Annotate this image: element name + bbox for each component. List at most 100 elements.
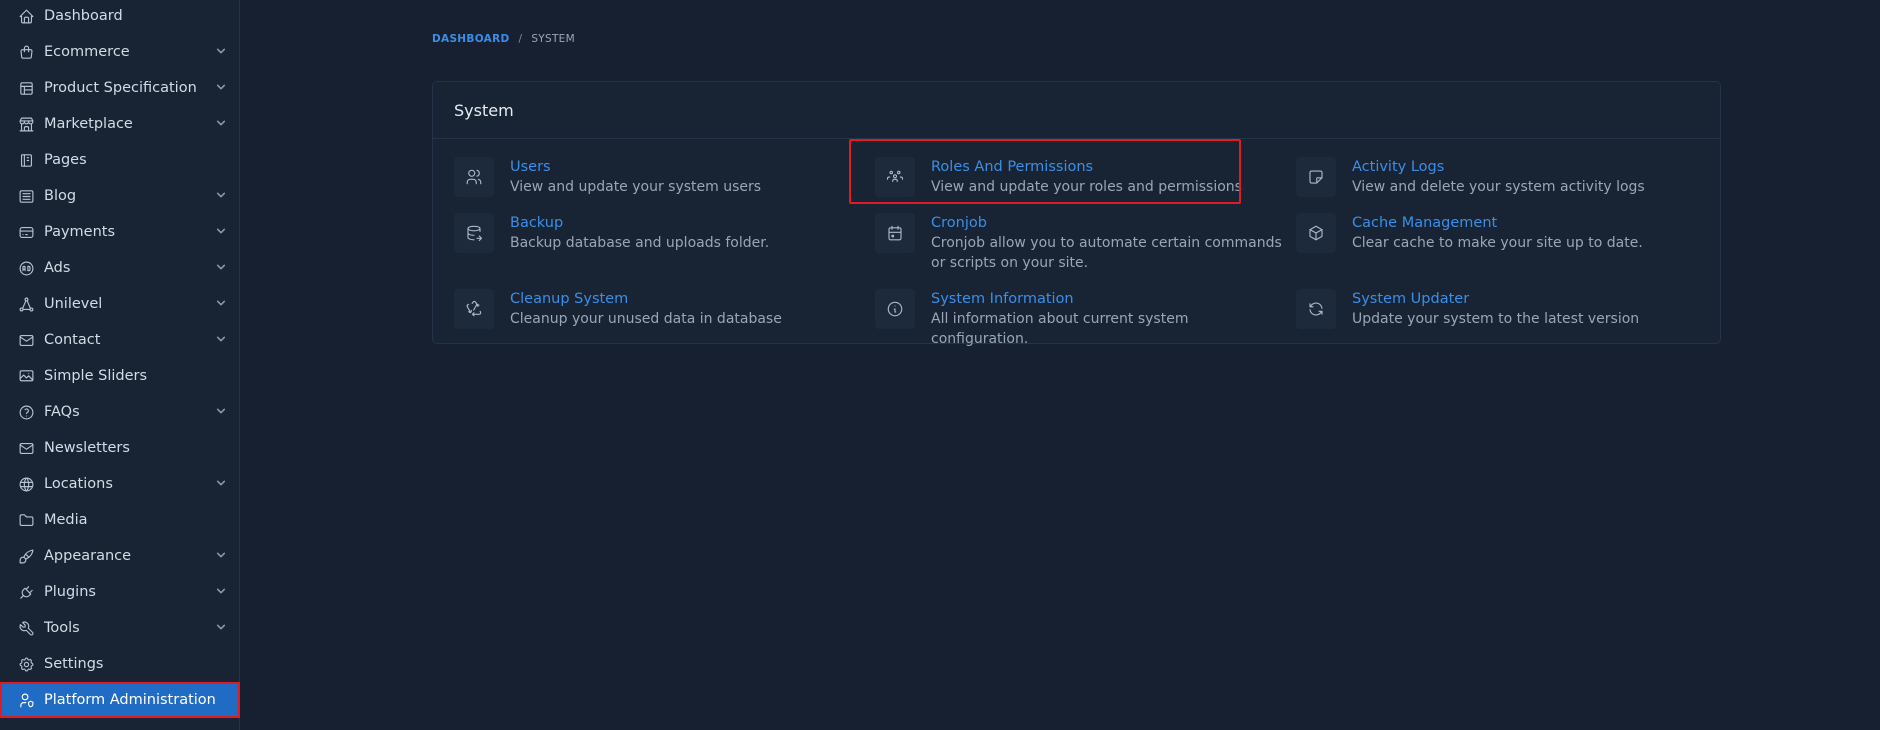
sidebar-item-marketplace[interactable]: Marketplace	[0, 106, 240, 142]
chevron-down-icon	[216, 584, 226, 600]
sidebar-item-label: Appearance	[44, 548, 132, 564]
chevron-down-icon	[216, 224, 226, 240]
chevron-down-icon	[216, 476, 226, 492]
system-item-description: View and update your system users	[510, 179, 762, 195]
ad-circle-icon	[17, 259, 35, 277]
table-layout-icon	[17, 79, 35, 97]
calendar-icon	[875, 213, 915, 253]
sidebar-item-label: Newsletters	[44, 440, 130, 456]
chevron-down-icon	[216, 404, 226, 420]
system-item-backup[interactable]: Backup Backup database and uploads folde…	[454, 213, 854, 253]
sidebar-item-ads[interactable]: Ads	[0, 250, 240, 286]
system-item-description: Cronjob allow you to automate certain co…	[931, 235, 1282, 271]
sidebar-item-faqs[interactable]: FAQs	[0, 394, 240, 430]
sidebar-item-label: Ads	[44, 260, 71, 276]
sidebar-item-blog[interactable]: Blog	[0, 178, 240, 214]
sidebar-item-payments[interactable]: Payments	[0, 214, 240, 250]
system-item-description: View and update your roles and permissio…	[931, 179, 1242, 195]
sidebar-item-label: Simple Sliders	[44, 368, 148, 384]
sidebar-item-label: Marketplace	[44, 116, 133, 132]
folder-icon	[17, 511, 35, 529]
system-item-activity-logs[interactable]: Activity Logs View and delete your syste…	[1296, 157, 1696, 197]
sidebar-item-locations[interactable]: Locations	[0, 466, 240, 502]
system-item-cache-management[interactable]: Cache Management Clear cache to make you…	[1296, 213, 1696, 253]
recycle-icon	[454, 289, 494, 329]
hierarchy-icon	[17, 295, 35, 313]
chevron-down-icon	[216, 548, 226, 564]
system-item-description: Clear cache to make your site up to date…	[1352, 235, 1643, 251]
credit-card-icon	[17, 223, 35, 241]
sidebar-item-product-specification[interactable]: Product Specification	[0, 70, 240, 106]
chevron-down-icon	[216, 80, 226, 96]
sidebar-item-plugins[interactable]: Plugins	[0, 574, 240, 610]
sidebar-item-label: Unilevel	[44, 296, 103, 312]
sidebar-item-label: Product Specification	[44, 80, 197, 96]
sidebar-item-platform-administration[interactable]: Platform Administration	[0, 682, 240, 718]
sidebar-item-label: Contact	[44, 332, 101, 348]
sidebar-item-newsletters[interactable]: Newsletters	[0, 430, 240, 466]
breadcrumb-dashboard-link[interactable]: DASHBOARD	[432, 33, 509, 45]
system-item-title[interactable]: Roles And Permissions	[931, 157, 1242, 177]
chevron-down-icon	[216, 188, 226, 204]
system-item-cronjob[interactable]: Cronjob Cronjob allow you to automate ce…	[875, 213, 1285, 273]
sidebar-item-contact[interactable]: Contact	[0, 322, 240, 358]
sidebar-item-pages[interactable]: Pages	[0, 142, 240, 178]
sidebar-item-label: Blog	[44, 188, 77, 204]
notebook-icon	[17, 151, 35, 169]
plug-icon	[17, 583, 35, 601]
sidebar-item-label: Dashboard	[44, 8, 123, 24]
system-item-title[interactable]: Cache Management	[1352, 213, 1643, 233]
sidebar-item-label: Pages	[44, 152, 87, 168]
system-item-roles-and-permissions[interactable]: Roles And Permissions View and update yo…	[875, 157, 1285, 197]
chevron-down-icon	[216, 332, 226, 348]
sidebar-item-simple-sliders[interactable]: Simple Sliders	[0, 358, 240, 394]
sidebar-item-label: Locations	[44, 476, 113, 492]
home-icon	[17, 7, 35, 25]
system-item-title[interactable]: Users	[510, 157, 761, 177]
breadcrumb-current: SYSTEM	[531, 33, 575, 45]
breadcrumb-separator: /	[518, 33, 523, 45]
system-item-description: Update your system to the latest version	[1352, 311, 1640, 327]
sidebar-item-label: Plugins	[44, 584, 96, 600]
system-item-cleanup-system[interactable]: Cleanup System Cleanup your unused data …	[454, 289, 854, 329]
sidebar-item-label: Settings	[44, 656, 104, 672]
sidebar-item-unilevel[interactable]: Unilevel	[0, 286, 240, 322]
chevron-down-icon	[216, 260, 226, 276]
user-group-icon	[875, 157, 915, 197]
sidebar-item-ecommerce[interactable]: Ecommerce	[0, 34, 240, 70]
chevron-down-icon	[216, 44, 226, 60]
building-store-icon	[17, 115, 35, 133]
chevron-down-icon	[216, 296, 226, 312]
sidebar: Dashboard Ecommerce Product Specificatio…	[0, 0, 240, 730]
sidebar-item-tools[interactable]: Tools	[0, 610, 240, 646]
sidebar-item-label: Payments	[44, 224, 116, 240]
sidebar-item-label: Media	[44, 512, 88, 528]
system-item-title[interactable]: Cleanup System	[510, 289, 782, 309]
breadcrumb: DASHBOARD / SYSTEM	[432, 33, 575, 45]
sidebar-item-media[interactable]: Media	[0, 502, 240, 538]
tool-icon	[17, 619, 35, 637]
system-item-description: All information about current system con…	[931, 311, 1189, 347]
shopping-bag-icon	[17, 43, 35, 61]
sidebar-item-dashboard[interactable]: Dashboard	[0, 0, 240, 34]
system-item-system-information[interactable]: System Information All information about…	[875, 289, 1285, 349]
system-item-users[interactable]: Users View and update your system users	[454, 157, 854, 197]
info-circle-icon	[875, 289, 915, 329]
sidebar-item-label: Platform Administration	[44, 692, 216, 708]
system-item-title[interactable]: System Updater	[1352, 289, 1639, 309]
system-item-system-updater[interactable]: System Updater Update your system to the…	[1296, 289, 1696, 329]
chevron-down-icon	[216, 116, 226, 132]
system-item-title[interactable]: System Information	[931, 289, 1285, 309]
system-item-title[interactable]: Backup	[510, 213, 769, 233]
system-item-title[interactable]: Cronjob	[931, 213, 1285, 233]
sidebar-item-label: Ecommerce	[44, 44, 130, 60]
system-item-description: View and delete your system activity log…	[1352, 179, 1645, 195]
sidebar-item-appearance[interactable]: Appearance	[0, 538, 240, 574]
user-shield-icon	[17, 691, 35, 709]
system-item-description: Cleanup your unused data in database	[510, 311, 782, 327]
sidebar-item-settings[interactable]: Settings	[0, 646, 240, 682]
help-circle-icon	[17, 403, 35, 421]
box-icon	[1296, 213, 1336, 253]
sidebar-item-label: Tools	[44, 620, 80, 636]
system-item-title[interactable]: Activity Logs	[1352, 157, 1645, 177]
